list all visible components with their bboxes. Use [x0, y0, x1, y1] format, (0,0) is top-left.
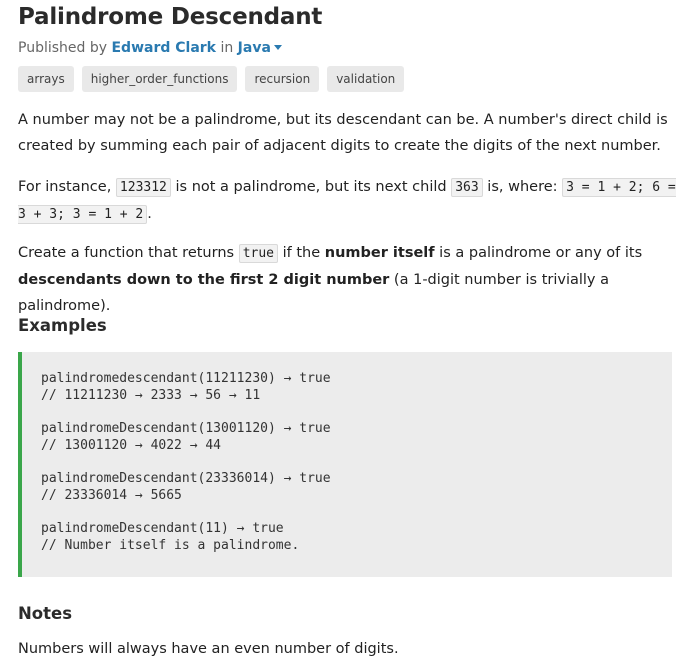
description-paragraph-2: For instance, 123312 is not a palindrome…: [18, 174, 678, 228]
p2-text-2: is not a palindrome, but its next child: [170, 179, 452, 195]
p3-bold-1: number itself: [324, 245, 435, 261]
code-line: // 11211230 → 2333 → 56 → 11: [41, 387, 261, 403]
byline-middle: in: [216, 40, 238, 56]
examples-code: palindromedescendant(11211230) → true //…: [41, 371, 331, 555]
notes-text: Numbers will always have an even number …: [18, 641, 399, 657]
tag-arrays[interactable]: arrays: [18, 66, 74, 92]
p2-text-3: is, where:: [482, 179, 563, 195]
p3-text-1: Create a function that returns: [18, 245, 239, 261]
byline: Published by Edward Clark in Java: [18, 40, 282, 56]
code-line: // Number itself is a palindrome.: [41, 538, 300, 554]
code-line: palindromeDescendant(13001120) → true: [41, 421, 331, 437]
inline-code-true: true: [238, 244, 278, 263]
tag-recursion[interactable]: recursion: [245, 66, 320, 92]
code-line: palindromedescendant(11211230) → true: [41, 371, 331, 386]
examples-heading: Examples: [18, 316, 107, 335]
author-link[interactable]: Edward Clark: [111, 40, 216, 56]
examples-code-block: palindromedescendant(11211230) → true //…: [18, 352, 672, 577]
inline-code-number: 123312: [115, 178, 171, 197]
p3-text-2: if the: [278, 245, 325, 261]
p2-text-1: For instance,: [18, 179, 116, 195]
code-line: palindromeDescendant(11) → true: [41, 521, 284, 537]
code-line: palindromeDescendant(23336014) → true: [41, 471, 331, 487]
inline-code-child: 363: [451, 178, 483, 197]
caret-down-icon: [273, 44, 282, 50]
tag-list: arrays higher_order_functions recursion …: [18, 66, 405, 92]
description-paragraph-1: A number may not be a palindrome, but it…: [18, 112, 668, 154]
code-line: // 13001120 → 4022 → 44: [41, 437, 222, 453]
notes-heading: Notes: [18, 604, 73, 623]
language-dropdown[interactable]: Java: [238, 40, 282, 56]
language-label: Java: [237, 40, 271, 56]
description-paragraph-3: Create a function that returns true if t…: [18, 240, 678, 319]
p2-text-4: .: [147, 206, 152, 222]
tag-validation[interactable]: validation: [327, 66, 405, 92]
code-line: // 23336014 → 5665: [41, 487, 182, 503]
p3-text-3: is a palindrome or any of its: [434, 245, 643, 261]
page-title: Palindrome Descendant: [18, 4, 323, 30]
tag-higher-order-functions[interactable]: higher_order_functions: [81, 66, 238, 92]
p3-bold-2: descendants down to the first 2 digit nu…: [18, 272, 390, 288]
byline-prefix: Published by: [18, 40, 112, 56]
